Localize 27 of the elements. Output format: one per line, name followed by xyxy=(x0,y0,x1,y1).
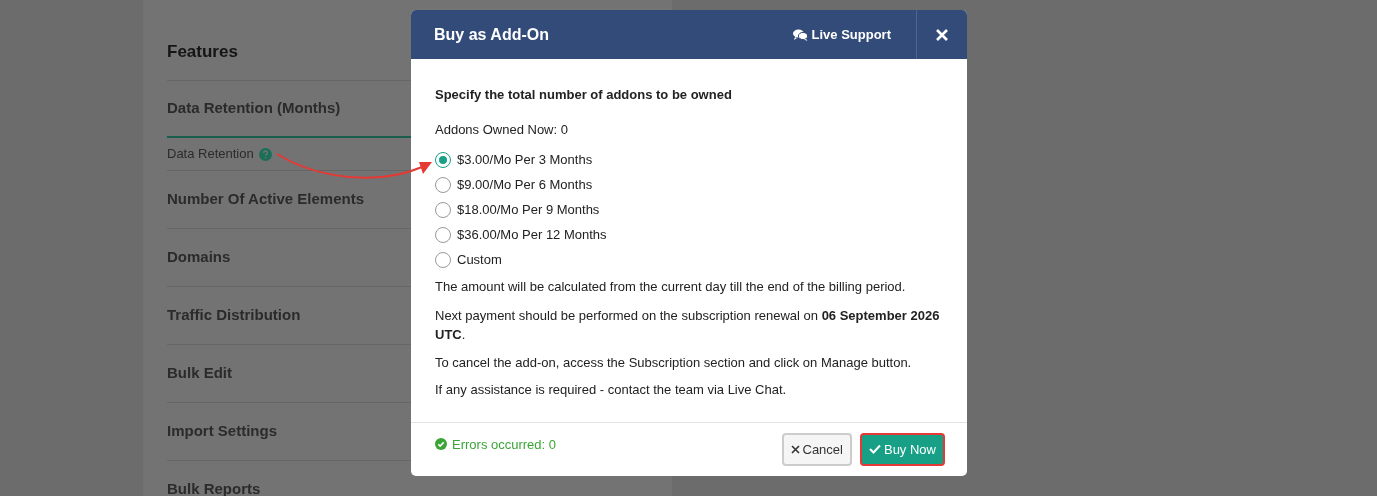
option-label: $3.00/Mo Per 3 Months xyxy=(457,150,593,169)
radio-option[interactable]: $3.00/Mo Per 3 Months xyxy=(435,147,943,172)
live-support-button[interactable]: Live Support xyxy=(767,10,917,59)
info-text: To cancel the add-on, access the Subscription section and click on Manage button. xyxy=(435,353,913,372)
check-icon xyxy=(868,444,881,455)
dialog-title: Buy as Add-On xyxy=(433,24,550,45)
cancel-button[interactable]: Cancel xyxy=(781,432,852,466)
option-label: Custom xyxy=(457,250,502,269)
radio-option[interactable]: $36.00/Mo Per 12 Months xyxy=(435,222,943,247)
owned-count: Addons Owned Now: 0 xyxy=(435,120,569,139)
radio-option[interactable]: $9.00/Mo Per 6 Months xyxy=(435,172,943,197)
option-label: $36.00/Mo Per 12 Months xyxy=(457,225,607,244)
radio-option[interactable]: Custom xyxy=(435,247,943,272)
setting-label: Data Retention xyxy=(167,145,254,164)
close-icon xyxy=(790,444,800,454)
info-text: Next payment should be performed on the subscription renewal on 06 September 2026 UTC. xyxy=(435,306,941,344)
option-label: $18.00/Mo Per 9 Months xyxy=(457,200,600,219)
close-icon xyxy=(936,28,948,41)
panel-title: Features xyxy=(167,41,238,64)
info-text: If any assistance is required - contact the team via Live Chat. xyxy=(435,381,788,399)
buy-now-button[interactable]: Buy Now xyxy=(859,432,945,466)
check-circle-icon xyxy=(435,438,447,451)
chat-icon xyxy=(792,28,808,41)
option-label: $9.00/Mo Per 6 Months xyxy=(457,175,593,194)
radio-option[interactable]: $18.00/Mo Per 9 Months xyxy=(435,197,943,222)
status-message: Errors occurred: 0 xyxy=(435,434,557,454)
info-text: The amount will be calculated from the current day till the end of the billing period. xyxy=(435,278,907,296)
